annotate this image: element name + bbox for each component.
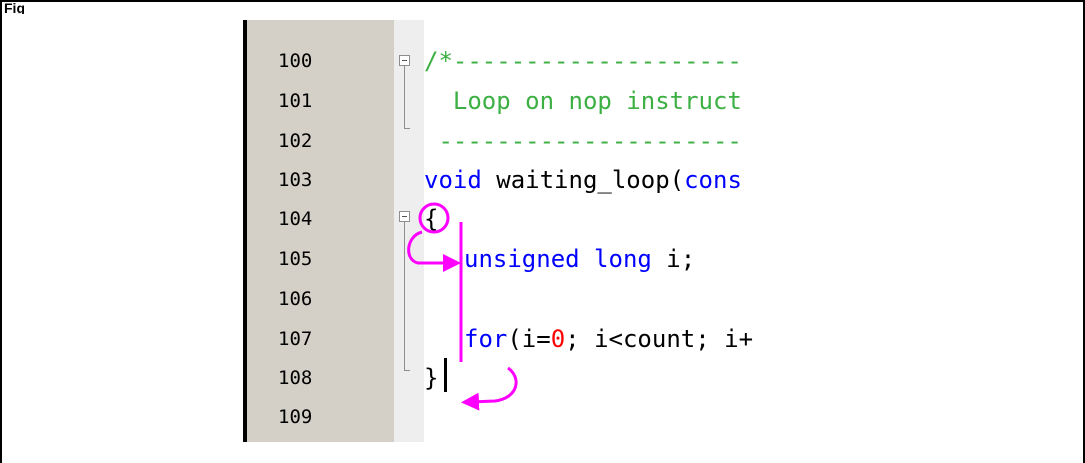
annotation-overlay bbox=[407, 202, 518, 411]
indent-arrow bbox=[407, 230, 461, 272]
brace-highlight-circle bbox=[418, 202, 450, 234]
close-brace-arrow bbox=[461, 366, 518, 411]
